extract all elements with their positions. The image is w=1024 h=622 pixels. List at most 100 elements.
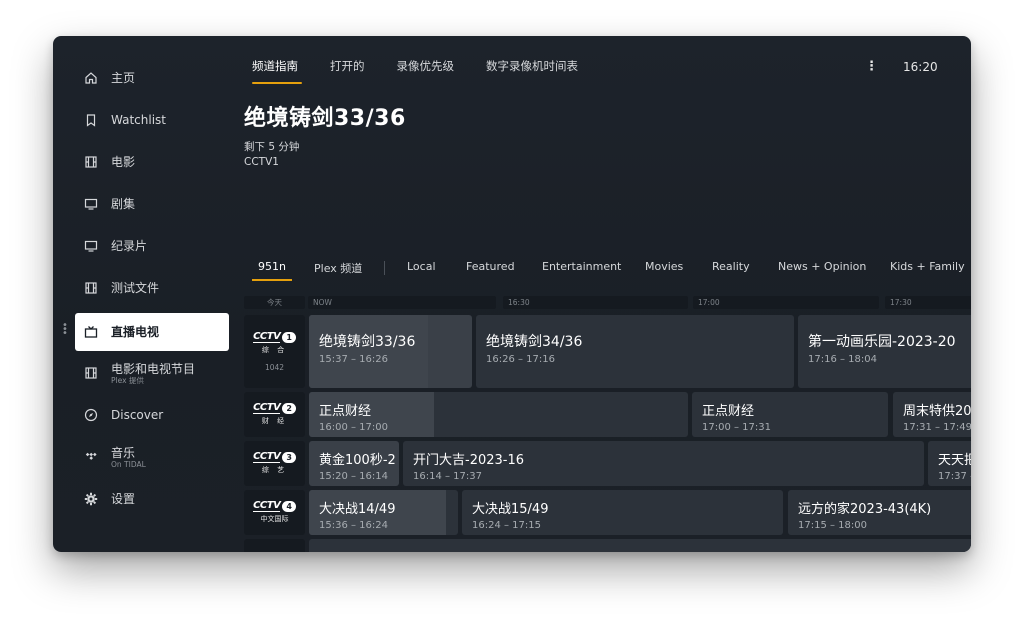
program-cell[interactable]: 天天把 17:37 – bbox=[928, 441, 971, 486]
program-title: 大决战15/49 bbox=[472, 502, 549, 517]
program-time: 16:26 – 17:16 bbox=[486, 354, 555, 365]
sidebar-item-live-tv[interactable]: 直播电视 bbox=[75, 313, 229, 351]
program-cell[interactable]: 开门大吉-2023-16 16:14 – 17:37 bbox=[403, 441, 924, 486]
sidebar-item-shows[interactable]: 剧集 bbox=[75, 185, 229, 223]
sidebar-item-watchlist[interactable]: Watchlist bbox=[75, 101, 229, 139]
category-tab-featured[interactable]: Featured bbox=[466, 260, 515, 281]
drag-handle-icon[interactable]: • • • bbox=[62, 321, 68, 339]
sidebar-item-label: Discover bbox=[111, 408, 164, 422]
page-title: 绝境铸剑33/36 bbox=[244, 106, 406, 131]
tab-divider bbox=[384, 261, 385, 275]
channel-logo-cctv1[interactable]: CCTV 1 综 合 1042 bbox=[244, 315, 305, 388]
compass-icon bbox=[83, 407, 99, 423]
category-tab-entertainment[interactable]: Entertainment bbox=[542, 260, 621, 281]
program-time: 16:00 – 17:00 bbox=[319, 422, 388, 433]
category-tab-plex-channels[interactable]: Plex 频道 bbox=[314, 260, 362, 284]
program-cell[interactable]: 绝境铸剑33/36 15:37 – 16:26 bbox=[309, 315, 472, 388]
top-nav: 频道指南 打开的 录像优先级 数字录像机时间表 bbox=[252, 58, 610, 84]
program-title: 绝境铸剑34/36 bbox=[486, 334, 583, 350]
sidebar-item-test-files[interactable]: 测试文件 bbox=[75, 269, 229, 307]
program-cell[interactable]: 正点财经 16:00 – 17:00 bbox=[309, 392, 688, 437]
channel-sub-label: 财 经 bbox=[261, 417, 288, 425]
time-remaining: 剩下 5 分钟 bbox=[244, 141, 300, 153]
sidebar-item-label: 剧集 bbox=[111, 197, 136, 211]
category-tab-local[interactable]: Local bbox=[407, 260, 436, 281]
program-cell[interactable] bbox=[309, 539, 971, 552]
gear-icon bbox=[83, 491, 99, 507]
timeline-now: NOW bbox=[308, 296, 496, 309]
sidebar-item-movies-tv-plex[interactable]: 电影和电视节目 Plex 提供 bbox=[75, 354, 229, 392]
category-tab-news-opinion[interactable]: News + Opinion bbox=[778, 260, 866, 281]
cctv-logo: CCTV 2 bbox=[253, 403, 296, 414]
category-tab-reality[interactable]: Reality bbox=[712, 260, 750, 281]
channel-name: CCTV1 bbox=[244, 156, 279, 168]
sidebar: • • • 主页 Watchlist 电影 剧集 纪录片 测试文件 直播电视 电… bbox=[53, 36, 238, 552]
tv-monitor-icon bbox=[83, 196, 99, 212]
program-title: 正点财经 bbox=[702, 404, 755, 419]
category-tab-kids-family[interactable]: Kids + Family bbox=[890, 260, 965, 281]
channel-sub-label: 综 艺 bbox=[261, 466, 288, 474]
sidebar-item-discover[interactable]: Discover bbox=[75, 396, 229, 434]
sidebar-item-movies[interactable]: 电影 bbox=[75, 143, 229, 181]
sidebar-item-sublabel: Plex 提供 bbox=[111, 375, 144, 385]
channel-logo-cctv3[interactable]: CCTV 3 综 艺 bbox=[244, 441, 305, 486]
tab-channel-guide[interactable]: 频道指南 bbox=[252, 58, 302, 84]
program-title: 开门大吉-2023-16 bbox=[413, 453, 525, 468]
sidebar-item-label: 纪录片 bbox=[111, 239, 148, 253]
tab-on-now[interactable]: 打开的 bbox=[330, 58, 365, 84]
program-title: 正点财经 bbox=[319, 404, 372, 419]
sidebar-item-label: 主页 bbox=[111, 71, 136, 85]
sidebar-item-label: 直播电视 bbox=[111, 325, 160, 339]
channel-sub-label: 综 合 bbox=[261, 345, 288, 354]
bookmark-icon bbox=[83, 112, 99, 128]
program-time: 17:15 – 18:00 bbox=[798, 520, 867, 531]
tab-dvr-schedule[interactable]: 数字录像机时间表 bbox=[486, 58, 578, 84]
film-icon bbox=[83, 365, 99, 381]
live-tv-icon bbox=[83, 324, 99, 340]
channel-logo-cctv2[interactable]: CCTV 2 财 经 bbox=[244, 392, 305, 437]
category-tab-movies[interactable]: Movies bbox=[645, 260, 683, 281]
more-options-icon[interactable]: ⋮ bbox=[865, 59, 878, 74]
sidebar-item-label: 电影 bbox=[111, 155, 136, 169]
tab-recording-priority[interactable]: 录像优先级 bbox=[397, 58, 455, 84]
program-time: 17:00 – 17:31 bbox=[702, 422, 771, 433]
category-tab-951n[interactable]: 951n bbox=[252, 260, 292, 281]
sidebar-item-documentaries[interactable]: 纪录片 bbox=[75, 227, 229, 265]
home-icon bbox=[83, 70, 99, 86]
channel-sub-label: 中文国际 bbox=[260, 515, 289, 523]
timeline-today: 今天 bbox=[244, 296, 305, 309]
sidebar-item-home[interactable]: 主页 bbox=[75, 59, 229, 97]
film-icon bbox=[83, 154, 99, 170]
sidebar-item-label: 测试文件 bbox=[111, 281, 160, 295]
sidebar-item-label: 设置 bbox=[111, 492, 136, 506]
program-cell[interactable]: 绝境铸剑34/36 16:26 – 17:16 bbox=[476, 315, 794, 388]
channel-number: 1042 bbox=[264, 362, 285, 372]
program-cell[interactable]: 远方的家2023-43(4K) 17:15 – 18:00 bbox=[788, 490, 971, 535]
cctv-logo: CCTV 3 bbox=[253, 452, 296, 463]
timeline-slot: 16:30 bbox=[503, 296, 688, 309]
program-cell[interactable]: 大决战14/49 15:36 – 16:24 bbox=[309, 490, 458, 535]
program-cell[interactable]: 黄金100秒-2 15:20 – 16:14 bbox=[309, 441, 399, 486]
tv-monitor-icon bbox=[83, 238, 99, 254]
program-cell[interactable]: 大决战15/49 16:24 – 17:15 bbox=[462, 490, 783, 535]
program-time: 15:20 – 16:14 bbox=[319, 471, 388, 482]
program-time: 17:31 – 17:49 bbox=[903, 422, 971, 433]
program-title: 大决战14/49 bbox=[319, 502, 396, 517]
sidebar-item-settings[interactable]: 设置 bbox=[75, 480, 229, 518]
sidebar-item-music[interactable]: 音乐 On TIDAL bbox=[75, 438, 229, 476]
film-icon bbox=[83, 280, 99, 296]
program-cell[interactable]: 周末特供20 17:31 – 17:49 bbox=[893, 392, 971, 437]
channel-logo-cctv4[interactable]: CCTV 4 中文国际 bbox=[244, 490, 305, 535]
program-title: 绝境铸剑33/36 bbox=[319, 334, 416, 350]
program-cell[interactable]: 正点财经 17:00 – 17:31 bbox=[692, 392, 888, 437]
program-cell[interactable]: 第一动画乐园-2023-20 17:16 – 18:04 bbox=[798, 315, 971, 388]
channel-logo-partial[interactable] bbox=[244, 539, 305, 552]
timeline-slot: 17:30 bbox=[885, 296, 971, 309]
program-title: 天天把 bbox=[938, 453, 971, 468]
sidebar-item-label: 电影和电视节目 bbox=[111, 361, 196, 376]
program-title: 远方的家2023-43(4K) bbox=[798, 502, 932, 517]
sidebar-item-sublabel: On TIDAL bbox=[111, 459, 146, 469]
tidal-icon bbox=[83, 449, 99, 465]
program-time: 15:37 – 16:26 bbox=[319, 354, 388, 365]
program-title: 周末特供20 bbox=[903, 404, 971, 419]
